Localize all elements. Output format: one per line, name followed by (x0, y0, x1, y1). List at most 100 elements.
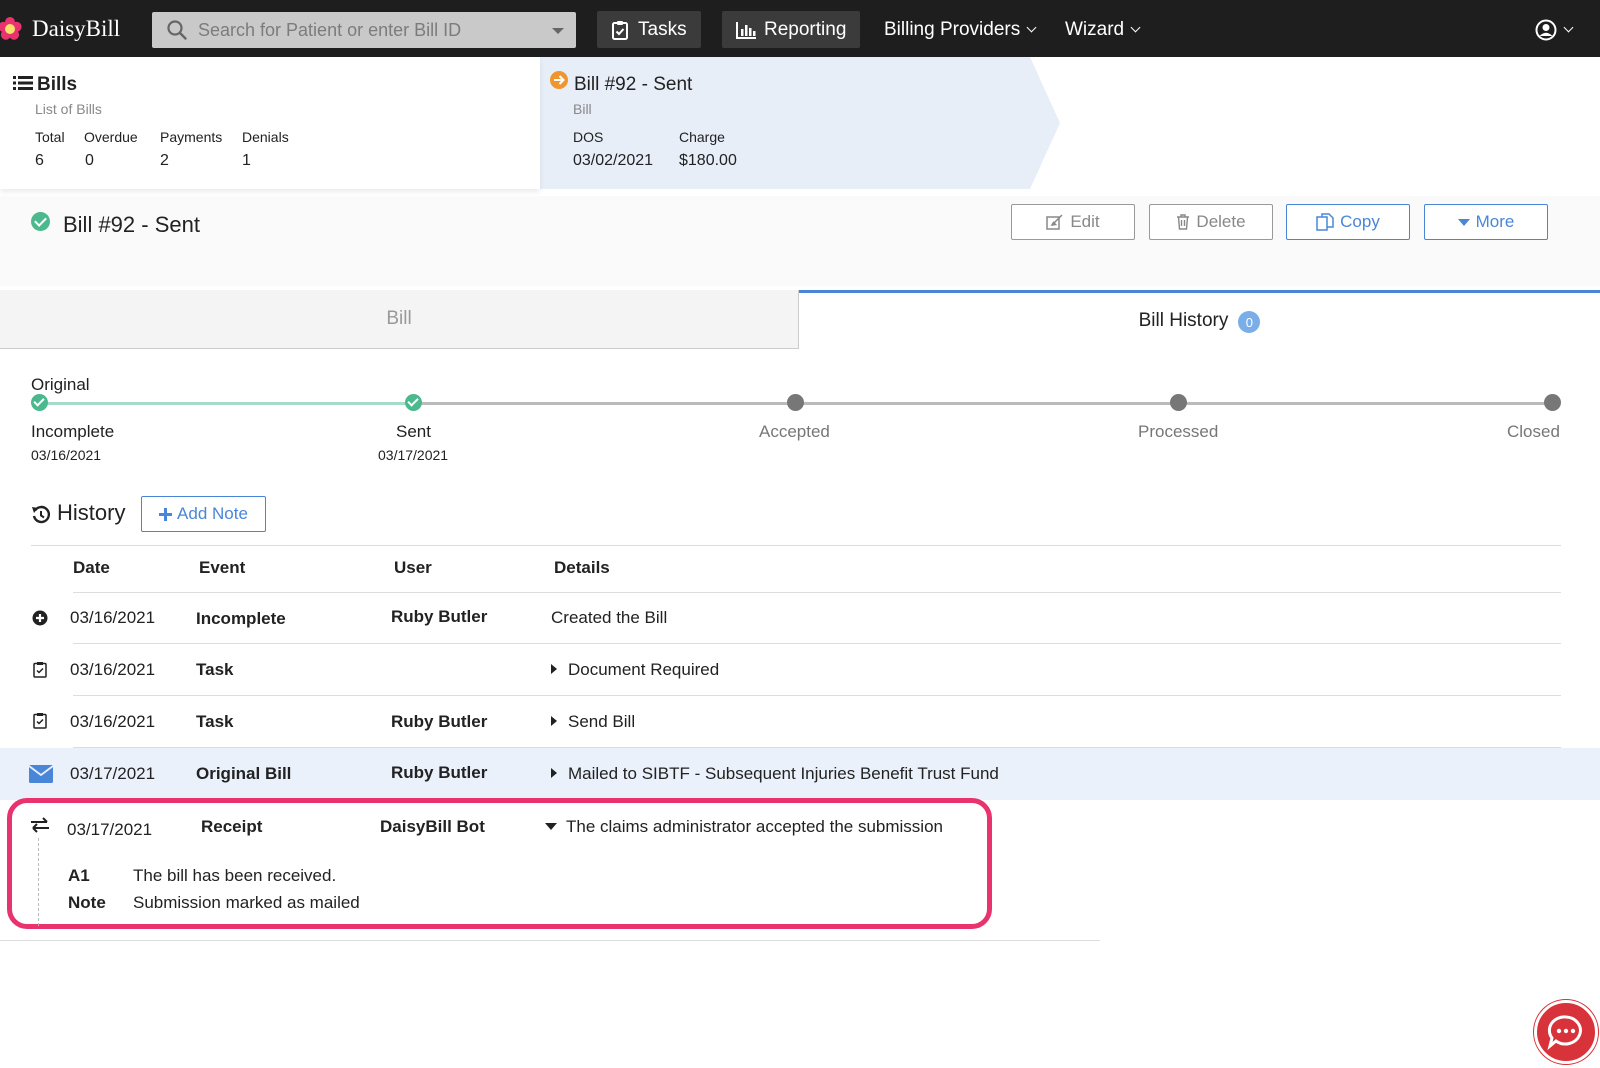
row-details-text: Send Bill (568, 712, 636, 731)
row-event: Task (196, 660, 234, 679)
breadcrumb-bills[interactable] (0, 57, 540, 189)
wizard-menu[interactable]: Wizard (1065, 11, 1141, 48)
user-menu[interactable] (1535, 11, 1574, 48)
stat-value-overdue: 0 (85, 152, 94, 169)
row-details-text: Mailed to SIBTF - Subsequent Injuries Be… (568, 764, 999, 783)
row-date: 03/17/2021 (70, 764, 156, 783)
more-button[interactable]: More (1424, 204, 1548, 240)
edit-label: Edit (1070, 212, 1100, 231)
stat-value-charge: $180.00 (679, 152, 737, 169)
caret-right-icon (551, 716, 557, 726)
timeline-label: Original (31, 375, 90, 394)
list-icon (13, 76, 33, 90)
plus-icon (159, 507, 173, 521)
breadcrumb-arrow (515, 57, 540, 189)
history-count-badge: 0 (1238, 311, 1261, 333)
row-details[interactable]: Document Required (551, 660, 719, 680)
timeline-step-accepted: Accepted (759, 422, 830, 441)
billing-providers-label: Billing Providers (884, 18, 1021, 40)
page-title: Bill #92 - Sent (63, 212, 200, 237)
chat-button[interactable] (1534, 1000, 1598, 1064)
stat-value-dos: 03/02/2021 (573, 152, 654, 169)
row-date: 03/16/2021 (70, 712, 156, 731)
timeline-dot-sent (405, 394, 422, 411)
row-user: Ruby Butler (391, 763, 488, 782)
table-rule (31, 545, 1561, 546)
chat-bubble-icon (1547, 1015, 1582, 1051)
reporting-label: Reporting (764, 18, 847, 40)
expanded-row-guide (38, 838, 39, 926)
breadcrumb: Bills List of Bills Total 6 Overdue 0 Pa… (0, 57, 1600, 189)
delete-button[interactable]: Delete (1149, 204, 1273, 240)
add-note-button[interactable]: Add Note (141, 496, 266, 532)
row-details[interactable]: Send Bill (551, 712, 635, 732)
tab-bill[interactable]: Bill (0, 290, 799, 349)
daisy-flower-icon (0, 17, 22, 40)
chevron-down-icon (1130, 22, 1141, 33)
column-header-details: Details (554, 558, 610, 577)
add-note-label: Add Note (177, 504, 248, 523)
stat-label-charge: Charge (679, 129, 725, 145)
receipt-detail-label: Note (68, 893, 106, 912)
chevron-down-icon[interactable] (552, 28, 564, 34)
timeline-dot-incomplete (31, 394, 48, 411)
stat-value-total: 6 (35, 152, 44, 169)
table-rule (0, 940, 1100, 941)
row-event: Original Bill (196, 764, 292, 783)
table-rule (73, 643, 1561, 644)
row-details[interactable]: The claims administrator accepted the su… (545, 817, 943, 837)
clipboard-check-icon (33, 662, 47, 678)
row-user: DaisyBill Bot (380, 817, 485, 836)
timeline-date-sent: 03/17/2021 (378, 447, 449, 463)
receipt-detail-label: A1 (68, 866, 90, 885)
reporting-button[interactable]: Reporting (722, 11, 861, 48)
timeline-dot-accepted (787, 394, 804, 411)
search-icon (167, 20, 187, 40)
stat-label-overdue: Overdue (84, 129, 138, 145)
history-icon (32, 505, 51, 524)
arrow-circle-right-icon (550, 71, 568, 89)
history-title: History (57, 500, 126, 525)
billing-providers-menu[interactable]: Billing Providers (884, 11, 1037, 48)
search-placeholder: Search for Patient or enter Bill ID (198, 19, 462, 40)
caret-right-icon (551, 664, 557, 674)
tasks-button[interactable]: Tasks (597, 11, 701, 48)
stat-label-total: Total (35, 129, 65, 145)
tab-bill-history-label: Bill History (1138, 310, 1229, 331)
row-details[interactable]: Mailed to SIBTF - Subsequent Injuries Be… (551, 764, 999, 784)
timeline-dot-closed (1544, 394, 1561, 411)
row-date: 03/16/2021 (70, 660, 156, 679)
tab-bill-label: Bill (386, 308, 412, 329)
timeline-step-sent: Sent (396, 422, 431, 441)
edit-icon (1046, 214, 1063, 230)
stat-value-denials: 1 (242, 152, 251, 169)
clipboard-check-icon (612, 20, 628, 40)
chevron-down-icon (1026, 22, 1037, 33)
edit-button[interactable]: Edit (1011, 204, 1135, 240)
copy-label: Copy (1340, 212, 1380, 231)
column-header-user: User (394, 558, 432, 577)
table-rule (73, 695, 1561, 696)
tab-bill-history[interactable]: Bill History 0 (799, 290, 1600, 349)
brand-name: DaisyBill (32, 16, 121, 41)
current-bill-subtitle: Bill (573, 101, 592, 117)
search-input[interactable]: Search for Patient or enter Bill ID (152, 12, 576, 48)
trash-icon (1177, 214, 1190, 230)
table-rule (73, 592, 1561, 593)
timeline-progress-line (40, 402, 414, 405)
brand-logo[interactable]: DaisyBill (0, 14, 120, 44)
stat-value-payments: 2 (160, 152, 169, 169)
row-user: Ruby Butler (391, 712, 488, 731)
copy-icon (1316, 213, 1334, 231)
copy-button[interactable]: Copy (1286, 204, 1410, 240)
row-date: 03/17/2021 (67, 820, 153, 839)
chevron-down-icon (1563, 22, 1574, 33)
row-user: Ruby Butler (391, 607, 488, 626)
row-event: Incomplete (196, 609, 286, 628)
timeline-pending-line (414, 402, 1552, 405)
user-circle-icon (1535, 19, 1557, 40)
row-event: Receipt (201, 817, 263, 836)
timeline-step-closed: Closed (1507, 422, 1560, 441)
row-details-text: Document Required (568, 660, 720, 679)
stat-label-denials: Denials (242, 129, 289, 145)
